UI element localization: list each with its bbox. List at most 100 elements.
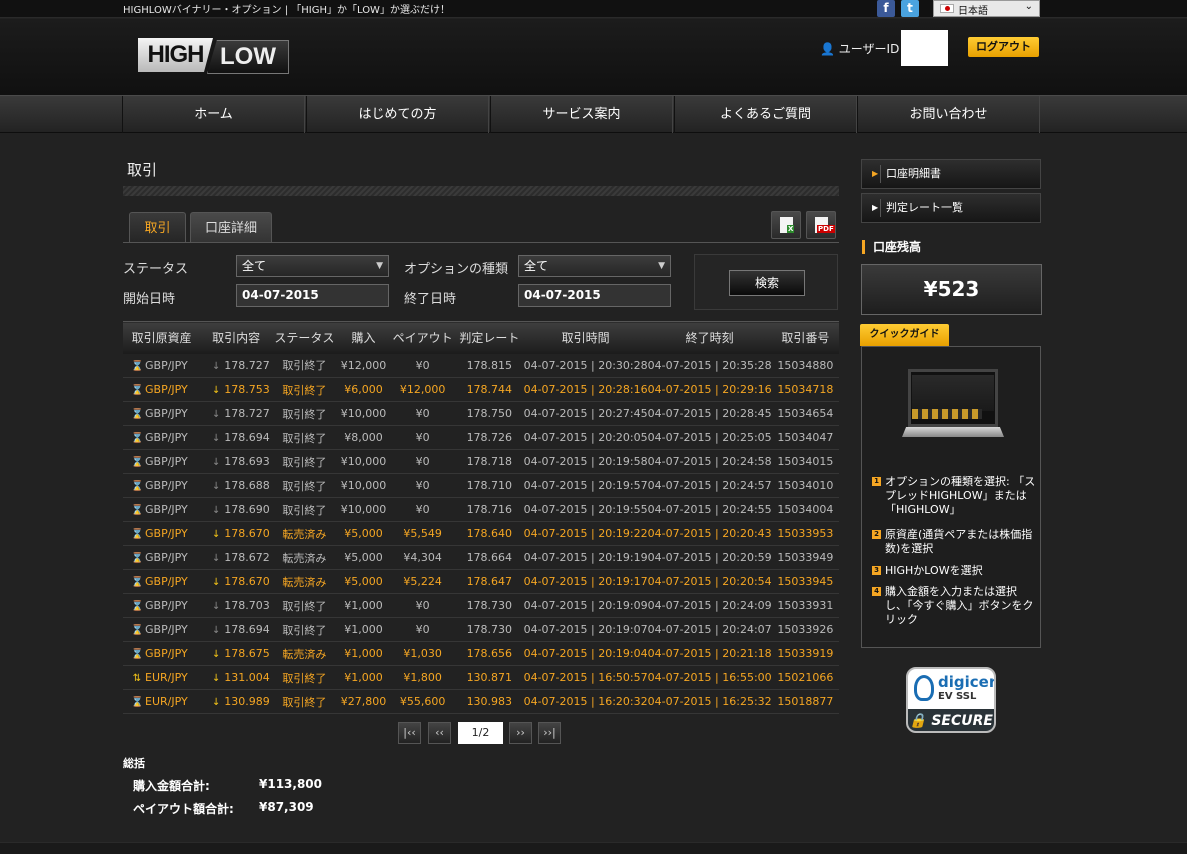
cell-end-time: 04-07-2015 | 20:24:09 bbox=[647, 593, 772, 618]
cell-judge-rate: 178.716 bbox=[455, 497, 524, 522]
cell-asset: ⌛ GBP/JPY bbox=[123, 545, 201, 570]
cell-content: ↓ 178.727 bbox=[200, 353, 273, 378]
hourglass-icon: ⌛ bbox=[131, 385, 144, 396]
cell-purchase: ¥5,000 bbox=[336, 521, 391, 546]
excel-export-icon[interactable]: X bbox=[771, 211, 801, 239]
payout-total-label: ペイアウト額合計: bbox=[133, 802, 234, 816]
cell-purchase: ¥12,000 bbox=[336, 353, 391, 378]
cell-asset: ⌛ GBP/JPY bbox=[123, 353, 201, 378]
entry-rate: 178.675 bbox=[224, 647, 270, 660]
option-type-select-value: 全て bbox=[524, 259, 549, 273]
cell-asset: ⌛ GBP/JPY bbox=[123, 497, 201, 522]
asset-name: GBP/JPY bbox=[145, 575, 188, 588]
user-icon: 👤 bbox=[820, 42, 835, 56]
cell-content: ↓ 178.694 bbox=[200, 617, 273, 642]
table-row: ⌛ GBP/JPY ↓ 178.753 取引終了 ¥6,000 ¥12,000 178.744… bbox=[123, 377, 839, 402]
status-select[interactable]: 全て ▼ bbox=[236, 255, 389, 277]
cell-asset: ⇅ EUR/JPY bbox=[123, 665, 201, 690]
hourglass-icon: ⌛ bbox=[131, 481, 144, 492]
cell-payout: ¥0 bbox=[390, 425, 456, 450]
tab-trades[interactable]: 取引 bbox=[129, 212, 186, 243]
table-row: ⌛ GBP/JPY ↓ 178.694 取引終了 ¥1,000 ¥0 178.730 04-07… bbox=[123, 617, 839, 642]
end-date-input[interactable]: 04-07-2015 bbox=[518, 284, 671, 307]
badge-secure: 🔒 SECURE bbox=[908, 709, 994, 731]
logo-high: HIGH bbox=[138, 38, 213, 72]
table-row: ⌛ GBP/JPY ↓ 178.690 取引終了 ¥10,000 ¥0 178.716 04-0… bbox=[123, 497, 839, 522]
page-title: 取引 bbox=[127, 161, 158, 179]
cell-judge-rate: 178.730 bbox=[455, 617, 524, 642]
nav-beginners[interactable]: はじめての方 bbox=[306, 96, 489, 133]
cell-content: ↓ 178.675 bbox=[200, 641, 273, 666]
cell-purchase: ¥1,000 bbox=[336, 617, 391, 642]
hourglass-icon: ⇅ bbox=[132, 673, 142, 684]
cell-trade-time: 04-07-2015 | 20:19:04 bbox=[523, 641, 648, 666]
logout-button[interactable]: ログアウト bbox=[968, 37, 1039, 57]
entry-rate: 130.989 bbox=[224, 695, 270, 708]
arrow-down-icon: ↓ bbox=[212, 697, 221, 708]
arrow-down-icon: ↓ bbox=[212, 601, 221, 612]
start-date-input[interactable]: 04-07-2015 bbox=[236, 284, 389, 307]
cell-content: ↓ 178.690 bbox=[200, 497, 273, 522]
cell-purchase: ¥10,000 bbox=[336, 497, 391, 522]
sidebar-item-account-statement[interactable]: ▶ 口座明細書 bbox=[861, 159, 1041, 189]
language-select[interactable]: 日本語 ⌄ bbox=[933, 0, 1040, 17]
cell-status: 取引終了 bbox=[272, 497, 337, 522]
twitter-icon[interactable]: t bbox=[901, 0, 919, 17]
table-row: ⌛ GBP/JPY ↓ 178.727 取引終了 ¥10,000 ¥0 178.750 04-0… bbox=[123, 401, 839, 426]
cell-payout: ¥0 bbox=[390, 353, 456, 378]
cell-payout: ¥0 bbox=[390, 497, 456, 522]
asset-name: GBP/JPY bbox=[145, 407, 188, 420]
option-type-select[interactable]: 全て ▼ bbox=[518, 255, 671, 277]
tab-account-details[interactable]: 口座詳細 bbox=[190, 212, 272, 243]
sidebar-item-judge-rates[interactable]: ▶ 判定レート一覧 bbox=[861, 193, 1041, 223]
cell-payout: ¥0 bbox=[390, 473, 456, 498]
arrow-right-icon: ▶ bbox=[872, 169, 879, 178]
cell-status: 取引終了 bbox=[272, 665, 337, 690]
arrow-down-icon: ↓ bbox=[212, 625, 221, 636]
nav-contact[interactable]: お問い合わせ bbox=[857, 96, 1040, 133]
cell-judge-rate: 178.815 bbox=[455, 353, 524, 378]
entry-rate: 178.690 bbox=[224, 503, 270, 516]
col-trade-id: 取引番号 bbox=[771, 321, 839, 354]
asset-name: GBP/JPY bbox=[145, 503, 188, 516]
pager-next-button[interactable]: ›› bbox=[509, 722, 532, 744]
cell-purchase: ¥10,000 bbox=[336, 401, 391, 426]
highlow-logo[interactable]: HIGH LOW bbox=[138, 38, 289, 74]
asset-name: GBP/JPY bbox=[145, 431, 188, 444]
asset-name: EUR/JPY bbox=[145, 671, 188, 684]
cell-end-time: 04-07-2015 | 20:29:16 bbox=[647, 377, 772, 402]
cell-judge-rate: 178.656 bbox=[455, 641, 524, 666]
option-type-label: オプションの種類 bbox=[404, 262, 509, 277]
facebook-icon[interactable]: f bbox=[877, 0, 895, 17]
cell-content: ↓ 178.694 bbox=[200, 425, 273, 450]
cell-status: 取引終了 bbox=[272, 401, 337, 426]
cell-status: 取引終了 bbox=[272, 473, 337, 498]
pager-last-button[interactable]: ››| bbox=[538, 722, 561, 744]
nav-home[interactable]: ホーム bbox=[122, 96, 305, 133]
quick-guide-tab[interactable]: クイックガイド bbox=[860, 324, 949, 346]
caret-down-icon: ▼ bbox=[376, 261, 383, 271]
nav-faq[interactable]: よくあるご質問 bbox=[674, 96, 857, 133]
asset-name: GBP/JPY bbox=[145, 647, 188, 660]
pager-first-button[interactable]: |‹‹ bbox=[398, 722, 421, 744]
search-button[interactable]: 検索 bbox=[729, 270, 805, 296]
pager-prev-button[interactable]: ‹‹ bbox=[428, 722, 451, 744]
table-row: ⌛ GBP/JPY ↓ 178.693 取引終了 ¥10,000 ¥0 178.718 04-0… bbox=[123, 449, 839, 474]
arrow-down-icon: ↓ bbox=[212, 457, 221, 468]
quick-guide-step-4: 4 購入金額を入力または選択し、「今すぐ購入」ボタンをクリック bbox=[872, 585, 1036, 627]
cell-content: ↓ 178.703 bbox=[200, 593, 273, 618]
cell-end-time: 04-07-2015 | 20:21:18 bbox=[647, 641, 772, 666]
quick-guide-step-1: 1 オプションの種類を選択: 「スプレッドHIGHLOW」または「HIGHLOW… bbox=[872, 475, 1036, 517]
digicert-ssl-badge[interactable]: digicert EV SSL 🔒 SECURE bbox=[906, 667, 996, 733]
quick-guide-step-2: 2 原資産(通貨ペアまたは株価指数)を選択 bbox=[872, 528, 1036, 556]
entry-rate: 178.694 bbox=[224, 431, 270, 444]
purchase-total-value: ¥113,800 bbox=[259, 777, 323, 791]
cell-payout: ¥5,549 bbox=[390, 521, 456, 546]
hourglass-icon: ⌛ bbox=[131, 505, 144, 516]
nav-services[interactable]: サービス案内 bbox=[490, 96, 673, 133]
cell-purchase: ¥27,800 bbox=[336, 689, 391, 714]
cell-payout: ¥0 bbox=[390, 617, 456, 642]
arrow-down-icon: ↓ bbox=[212, 529, 221, 540]
pdf-export-icon[interactable]: PDF bbox=[806, 211, 836, 239]
cell-trade-time: 04-07-2015 | 20:19:22 bbox=[523, 521, 648, 546]
